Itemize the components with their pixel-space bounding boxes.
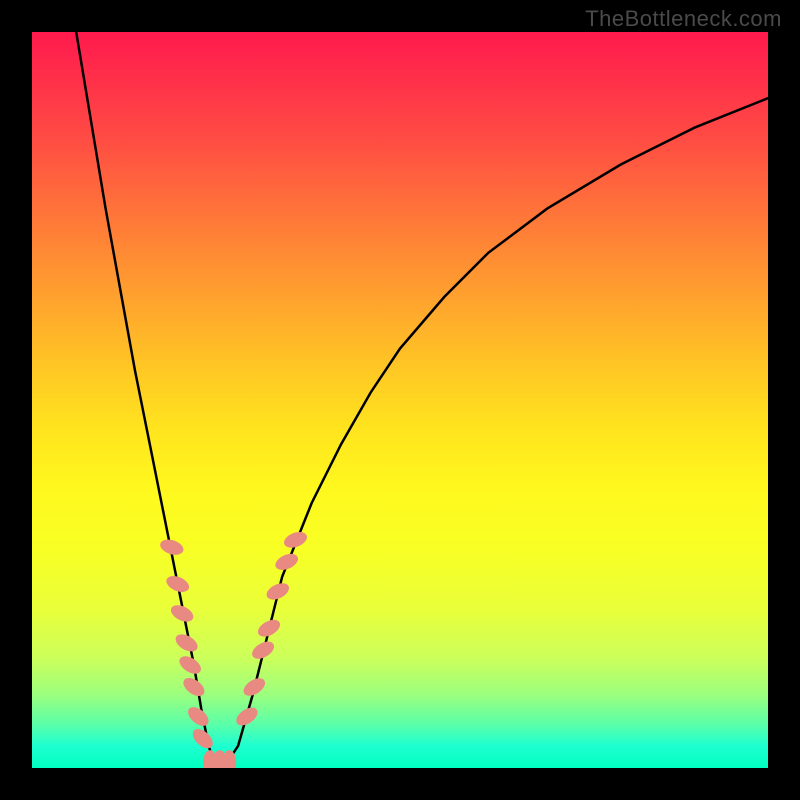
marker-point <box>249 638 277 662</box>
marker-point <box>255 616 283 640</box>
bottleneck-curve <box>76 32 768 768</box>
marker-group <box>158 529 309 768</box>
marker-point <box>282 529 309 551</box>
marker-point <box>264 580 292 603</box>
marker-point <box>180 674 208 699</box>
marker-point <box>273 551 301 574</box>
curve-layer <box>32 32 768 768</box>
plot-area <box>32 32 768 768</box>
chart-frame: TheBottleneck.com <box>0 0 800 800</box>
marker-point <box>176 653 204 678</box>
watermark-text: TheBottleneck.com <box>585 6 782 32</box>
marker-point <box>164 573 192 595</box>
marker-point <box>240 675 268 700</box>
marker-point <box>189 725 216 752</box>
marker-point <box>233 704 261 729</box>
marker-point <box>185 703 212 729</box>
